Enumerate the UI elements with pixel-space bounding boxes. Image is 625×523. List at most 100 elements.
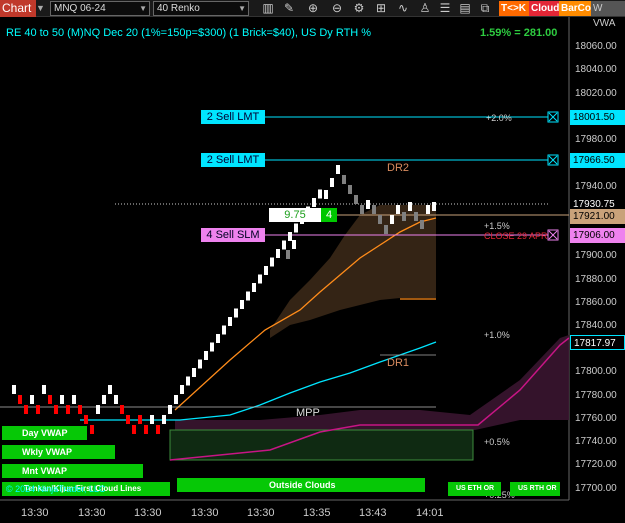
renko-brick	[312, 198, 316, 207]
order-label-sell-lmt-1[interactable]: 2 Sell LMT	[201, 110, 265, 124]
chevron-down-icon[interactable]: ▼	[36, 0, 46, 17]
us-eth-or-button[interactable]: US ETH OR	[448, 482, 501, 496]
time-tick: 13:30	[134, 507, 162, 519]
renko-brick	[222, 325, 226, 335]
entry-price-label: 17921.00	[570, 209, 625, 224]
renko-brick	[60, 395, 64, 404]
mnt-vwap-button[interactable]: Mnt VWAP	[2, 464, 143, 478]
outside-clouds-button[interactable]: Outside Clouds	[177, 478, 425, 492]
close-order-icon[interactable]	[547, 229, 559, 241]
renko-brick	[294, 223, 298, 233]
workspace-icon[interactable]: ▤	[456, 0, 474, 17]
renko-brick	[276, 249, 280, 258]
renko-brick	[286, 250, 290, 259]
zoom-in-icon[interactable]: ⊕	[304, 0, 322, 17]
renko-brick	[198, 359, 202, 369]
vwap-toggle-button[interactable]: W VWA	[591, 1, 625, 29]
order-label-sell-slm[interactable]: 4 Sell SLM	[201, 228, 265, 242]
renko-brick	[270, 257, 274, 267]
close-order-icon[interactable]	[547, 111, 559, 123]
renko-brick	[234, 308, 238, 318]
barcol-toggle-button[interactable]: BarCol	[559, 1, 594, 16]
instrument-selector[interactable]: MNQ 06-24 ▼	[50, 1, 150, 16]
day-vwap-button[interactable]: Day VWAP	[2, 426, 87, 440]
instrument-value: MNQ 06-24	[54, 3, 106, 14]
cloud-toggle-button[interactable]: Cloud	[529, 1, 559, 16]
renko-brick	[402, 212, 406, 221]
renko-brick	[408, 202, 412, 211]
order-label-sell-lmt-2[interactable]: 2 Sell LMT	[201, 153, 265, 167]
renko-brick	[264, 266, 268, 275]
renko-brick	[18, 395, 22, 404]
renko-brick	[156, 425, 160, 434]
renko-brick	[78, 405, 82, 414]
cyan-line	[80, 341, 437, 421]
period-selector[interactable]: 40 Renko ▼	[153, 1, 249, 16]
renko-brick	[180, 385, 184, 394]
renko-brick	[126, 415, 130, 424]
zone-label-dr2: DR2	[387, 162, 410, 174]
renko-brick	[186, 376, 190, 386]
renko-brick	[138, 415, 142, 424]
tk-toggle-button[interactable]: T<>K	[499, 1, 529, 16]
renko-brick	[96, 405, 100, 414]
renko-brick	[252, 283, 256, 292]
indicators-icon[interactable]: ∿	[394, 0, 412, 17]
renko-brick	[354, 195, 358, 204]
renko-brick	[168, 405, 172, 414]
renko-brick	[426, 205, 430, 214]
time-tick: 13:30	[78, 507, 106, 519]
renko-brick	[282, 240, 286, 250]
period-value: 40 Renko	[157, 3, 200, 14]
pct-label: +0.5%	[484, 437, 510, 447]
lower-cloud-purple	[175, 335, 569, 430]
chart-toolbar: Chart ▼ MNQ 06-24 ▼ 40 Renko ▼ ▥ ✎ ⊕ ⊖ ⚙…	[0, 0, 625, 29]
renko-brick	[246, 291, 250, 301]
time-tick: 13:30	[191, 507, 219, 519]
price-tick: 17700.00	[575, 483, 617, 494]
templates-icon[interactable]: ☰	[436, 0, 454, 17]
wkly-vwap-button[interactable]: Wkly VWAP	[2, 445, 115, 459]
properties-icon[interactable]: ⚙	[350, 0, 368, 17]
renko-brick	[336, 165, 340, 174]
renko-brick	[144, 425, 148, 434]
zoom-out-icon[interactable]: ⊖	[328, 0, 346, 17]
renko-brick	[372, 205, 376, 214]
renko-brick	[420, 220, 424, 229]
renko-brick	[384, 225, 388, 234]
chart-tab[interactable]: Chart	[0, 0, 36, 17]
renko-brick	[12, 385, 16, 394]
renko-brick	[348, 185, 352, 194]
drawing-tools-icon[interactable]: ✎	[280, 0, 298, 17]
chevron-down-icon: ▼	[238, 4, 246, 13]
renko-brick	[366, 200, 370, 209]
position-qty[interactable]: 4	[321, 208, 337, 222]
chevron-down-icon: ▼	[139, 4, 147, 13]
bar-type-icon[interactable]: ▥	[259, 0, 277, 17]
position-pnl[interactable]: 9.75	[269, 208, 321, 222]
time-tick: 13:35	[303, 507, 331, 519]
price-tick: 18040.00	[575, 64, 617, 75]
renko-brick	[204, 351, 208, 360]
price-tick: 18060.00	[575, 41, 617, 52]
renko-brick	[120, 405, 124, 414]
renko-brick	[102, 395, 106, 404]
renko-brick	[54, 405, 58, 414]
price-tick: 17980.00	[575, 134, 617, 145]
order-price-label: 18001.50	[570, 110, 625, 125]
price-tick: 17720.00	[575, 459, 617, 470]
renko-brick	[216, 334, 220, 343]
strategies-icon[interactable]: ♙	[416, 0, 434, 17]
renko-brick	[288, 232, 292, 241]
chart-stats: 1.59% = 281.00	[480, 27, 558, 39]
data-box-icon[interactable]: ⊞	[372, 0, 390, 17]
close-order-icon[interactable]	[547, 154, 559, 166]
renko-brick	[210, 342, 214, 352]
renko-brick	[228, 317, 232, 326]
copy-icon[interactable]: ⧉	[476, 0, 494, 17]
stop-price-label: 17906.00	[570, 228, 625, 243]
renko-brick	[292, 240, 296, 249]
renko-brick	[30, 395, 34, 404]
price-tick: 17860.00	[575, 297, 617, 308]
us-rth-or-button[interactable]: US RTH OR	[510, 482, 560, 496]
